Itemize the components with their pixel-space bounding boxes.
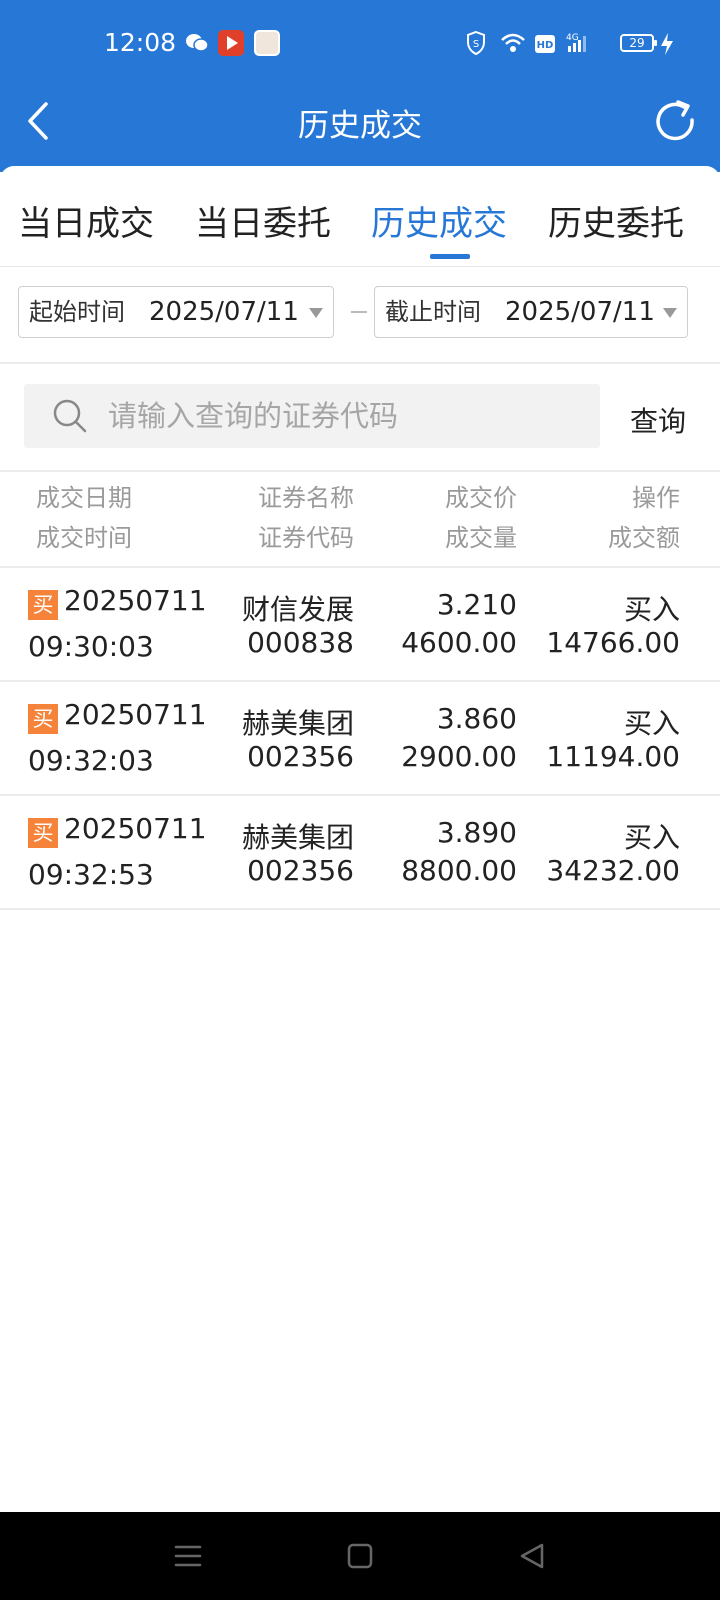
table-row[interactable]: 买 20250711 09:30:03 财信发展 000838 3.210 46… [0, 568, 720, 682]
search-bar: 查询 [0, 362, 720, 472]
refresh-icon [656, 100, 694, 141]
svg-text:4G: 4G [566, 33, 579, 43]
signal-4g-icon: 4G [564, 30, 594, 58]
dropdown-arrow-icon [309, 308, 323, 318]
header-amount: 成交额 [608, 524, 680, 552]
header-action: 操作 [632, 484, 680, 512]
battery-indicator: 29 [620, 34, 657, 52]
app-header: 12:08 S HD 4G 29 历史成交 [0, 0, 720, 172]
trade-price: 3.890 [436, 816, 517, 849]
search-icon [53, 399, 87, 433]
trade-time: 09:32:53 [28, 858, 154, 891]
video-app-icon [218, 30, 244, 56]
header-volume: 成交量 [445, 524, 517, 552]
trade-price: 3.210 [436, 588, 517, 621]
start-date-label: 起始时间 [29, 298, 125, 326]
svg-text:S: S [473, 39, 479, 50]
tab-history-orders[interactable]: 历史委托 [548, 196, 684, 245]
trade-price: 3.860 [436, 702, 517, 735]
system-back-button[interactable] [514, 1538, 550, 1574]
buy-badge: 买 [28, 590, 58, 620]
start-date-select[interactable]: 起始时间 2025/07/11 [18, 286, 334, 338]
home-square-icon [347, 1543, 373, 1569]
search-field[interactable] [24, 384, 600, 448]
header-trade-date: 成交日期 [36, 484, 132, 512]
status-time: 12:08 [104, 28, 177, 57]
trade-volume: 2900.00 [401, 740, 517, 773]
security-code: 002356 [247, 854, 354, 887]
dropdown-arrow-icon [663, 308, 677, 318]
date-filter: 起始时间 2025/07/11 截止时间 2025/07/11 [0, 266, 720, 364]
trade-time: 09:32:03 [28, 744, 154, 777]
menu-icon [174, 1545, 202, 1567]
end-date-label: 截止时间 [385, 298, 481, 326]
trade-action: 买入 [623, 593, 680, 626]
menu-button[interactable] [170, 1538, 206, 1574]
status-bar: 12:08 S HD 4G 29 [0, 0, 720, 90]
header-trade-time: 成交时间 [36, 524, 132, 552]
buy-badge: 买 [28, 704, 58, 734]
trade-list: 买 20250711 09:30:03 财信发展 000838 3.210 46… [0, 568, 720, 910]
tab-today-orders[interactable]: 当日委托 [195, 196, 331, 245]
header-security-name: 证券名称 [258, 484, 354, 512]
trade-amount: 14766.00 [546, 626, 680, 659]
trade-amount: 34232.00 [546, 854, 680, 887]
trade-date: 20250711 [64, 698, 207, 731]
page-title: 历史成交 [298, 108, 422, 144]
security-name: 财信发展 [241, 593, 354, 626]
start-date-value: 2025/07/11 [149, 297, 299, 327]
security-name: 赫美集团 [241, 707, 354, 740]
trade-volume: 8800.00 [401, 854, 517, 887]
security-name: 赫美集团 [241, 821, 354, 854]
tab-today-trades[interactable]: 当日成交 [18, 196, 154, 245]
charging-bolt-icon [660, 32, 674, 60]
hd-icon: HD [534, 34, 556, 62]
table-row[interactable]: 买 20250711 09:32:53 赫美集团 002356 3.890 88… [0, 796, 720, 910]
avatar-app-icon [254, 30, 280, 56]
wechat-icon [184, 30, 210, 56]
trade-time: 09:30:03 [28, 630, 154, 663]
trade-amount: 11194.00 [546, 740, 680, 773]
query-button[interactable]: 查询 [630, 400, 686, 440]
active-tab-indicator [430, 254, 470, 259]
end-date-select[interactable]: 截止时间 2025/07/11 [374, 286, 688, 338]
trade-action: 买入 [623, 821, 680, 854]
shield-icon: S [466, 30, 486, 58]
trade-date: 20250711 [64, 812, 207, 845]
search-input[interactable] [108, 384, 578, 448]
home-button[interactable] [342, 1538, 378, 1574]
trade-action: 买入 [623, 707, 680, 740]
trade-volume: 4600.00 [401, 626, 517, 659]
end-date-value: 2025/07/11 [505, 297, 655, 327]
date-range-separator [351, 311, 367, 313]
tab-bar: 当日成交 当日委托 历史成交 历史委托 [0, 166, 720, 267]
svg-text:HD: HD [537, 40, 554, 51]
table-row[interactable]: 买 20250711 09:32:03 赫美集团 002356 3.860 29… [0, 682, 720, 796]
system-nav-bar [0, 1512, 720, 1600]
refresh-button[interactable] [652, 98, 700, 146]
buy-badge: 买 [28, 818, 58, 848]
back-triangle-icon [520, 1543, 544, 1569]
table-header: 成交日期 成交时间 证券名称 证券代码 成交价 成交量 操作 成交额 [0, 470, 720, 568]
security-code: 000838 [247, 626, 354, 659]
header-security-code: 证券代码 [258, 524, 354, 552]
header-price: 成交价 [445, 484, 517, 512]
wifi-icon [500, 30, 526, 58]
trade-date: 20250711 [64, 584, 207, 617]
tab-history-trades[interactable]: 历史成交 [371, 196, 507, 245]
security-code: 002356 [247, 740, 354, 773]
